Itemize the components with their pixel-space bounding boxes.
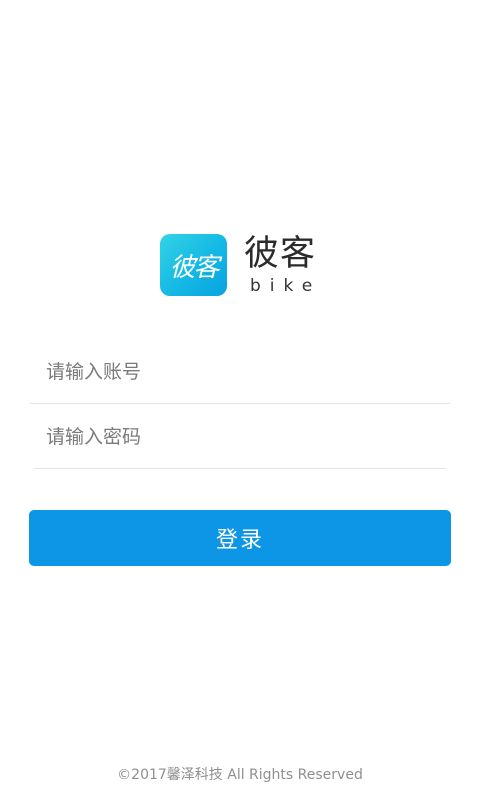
login-button[interactable]: 登录 — [29, 510, 451, 566]
login-button-label: 登录 — [215, 528, 264, 553]
account-input[interactable] — [46, 340, 442, 404]
password-input[interactable] — [46, 405, 442, 469]
brand-name: 彼客 — [244, 234, 317, 274]
app-logo: 彼客 彼客 bike — [160, 234, 330, 296]
app-icon: 彼客 — [160, 234, 227, 296]
account-divider — [30, 403, 450, 404]
copyright-footer: ©2017馨泽科技 All Rights Reserved — [117, 767, 363, 783]
password-divider — [34, 468, 446, 469]
app-icon-text: 彼客 — [169, 252, 219, 283]
account-field-container — [30, 340, 450, 404]
brand-subtitle: bike — [250, 276, 322, 296]
password-field-container — [30, 405, 450, 469]
